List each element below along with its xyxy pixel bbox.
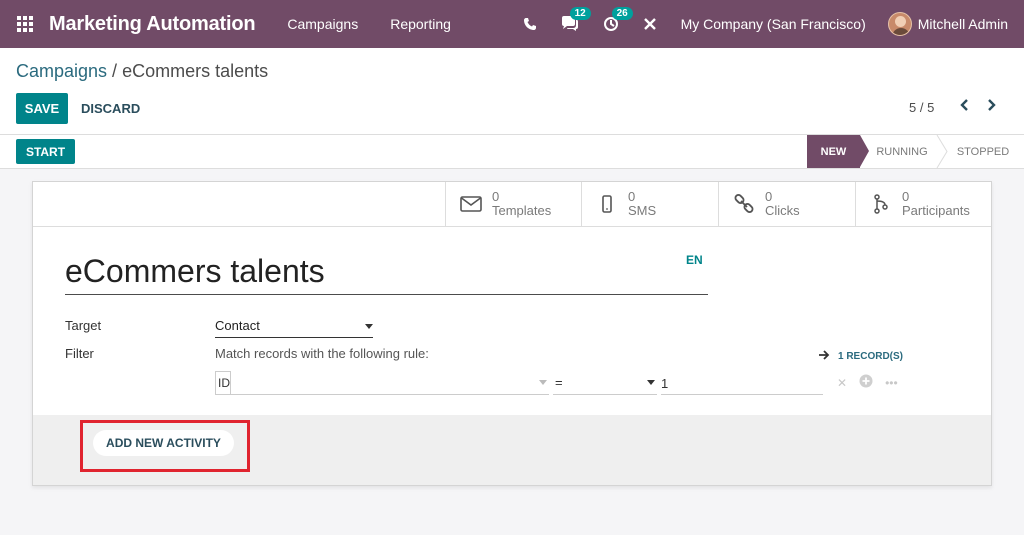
templates-count: 0 [492,189,500,204]
templates-label: Templates [492,203,552,218]
start-button[interactable]: START [16,139,75,164]
rule-field-value: ID [215,371,231,395]
activities-icon[interactable]: 26 [603,7,633,32]
app-title[interactable]: Marketing Automation [49,13,256,36]
sms-label: SMS [628,203,657,218]
target-label: Target [65,318,102,333]
participants-label: Participants [902,203,970,218]
debug-tools-icon[interactable] [643,17,657,31]
pager-previous-icon[interactable] [959,98,969,117]
apps-menu-icon[interactable] [17,16,33,32]
menu-campaigns[interactable]: Campaigns [287,16,358,32]
campaign-name-field[interactable]: eCommers talents [65,253,708,295]
stage-new[interactable]: NEW [807,135,860,168]
control-panel: Campaigns / eCommers talents SAVE DISCAR… [0,48,1024,135]
rule-operator-value: = [555,375,563,390]
caret-down-icon [539,380,547,385]
rule-value-input[interactable]: 1 [661,371,823,395]
templates-smart-button[interactable]: 0 Templates [445,182,581,226]
pager-value[interactable]: 5 / 5 [909,100,934,115]
breadcrumb: Campaigns / eCommers talents [16,61,268,82]
rule-actions: ✕ ••• [837,374,910,391]
caret-down-icon [365,324,373,329]
form-sheet: 0 Templates 0 SMS 0 Clicks 0 Participants eC… [32,181,992,486]
smart-buttons: 0 Templates 0 SMS 0 Clicks 0 Participants [445,182,991,226]
participants-count: 0 [902,189,910,204]
menu-reporting[interactable]: Reporting [390,16,451,32]
clicks-smart-button[interactable]: 0 Clicks [718,182,855,226]
filter-label: Filter [65,346,94,361]
rule-field-select[interactable]: ID [215,371,549,395]
filter-description: Match records with the following rule: [215,346,429,361]
save-button[interactable]: SAVE [16,93,68,124]
rule-operator-select[interactable]: = [553,371,657,395]
activities-badge: 26 [611,7,633,20]
highlight-annotation [80,420,250,472]
sms-smart-button[interactable]: 0 SMS [581,182,718,226]
company-switcher[interactable]: My Company (San Francisco) [681,16,866,32]
participants-smart-button[interactable]: 0 Participants [855,182,991,226]
user-menu[interactable]: Mitchell Admin [918,16,1008,32]
messages-icon[interactable]: 12 [561,7,591,32]
target-select[interactable]: Contact [215,318,373,338]
participants-icon [869,192,893,216]
systray: 12 26 My Company (San Francisco) Mitchel… [511,0,1024,48]
status-bar: START NEW RUNNING STOPPED [0,135,1024,169]
records-count: 1 RECORD(S) [838,350,904,362]
stage-stopped[interactable]: STOPPED [948,135,1018,168]
add-rule-icon[interactable] [859,374,873,391]
sms-count: 0 [628,189,636,204]
breadcrumb-separator: / [107,61,123,81]
discard-button[interactable]: DISCARD [81,101,140,116]
mobile-icon [595,192,619,216]
messages-badge: 12 [569,7,591,20]
stage-running[interactable]: RUNNING [868,135,936,168]
link-icon [732,192,756,216]
arrow-right-icon [818,348,830,364]
clicks-label: Clicks [765,203,800,218]
rule-value: 1 [661,376,669,391]
language-button[interactable]: EN [686,253,703,267]
top-navbar: Marketing Automation Campaigns Reporting… [0,0,1024,48]
stage-divider-icon [936,135,948,168]
target-value: Contact [215,318,260,333]
envelope-icon [459,192,483,216]
sheet-divider [33,226,991,227]
clicks-count: 0 [765,189,773,204]
pager-next-icon[interactable] [987,98,997,117]
user-avatar[interactable] [887,12,912,36]
phone-icon[interactable] [523,17,537,31]
activities-area: ADD NEW ACTIVITY [33,415,991,485]
records-link[interactable]: 1 RECORD(S) [818,348,903,364]
caret-down-icon [647,380,655,385]
breadcrumb-current: eCommers talents [122,61,269,81]
more-options-icon[interactable]: ••• [885,376,898,390]
breadcrumb-campaigns[interactable]: Campaigns [16,61,107,81]
delete-rule-icon[interactable]: ✕ [837,376,847,390]
